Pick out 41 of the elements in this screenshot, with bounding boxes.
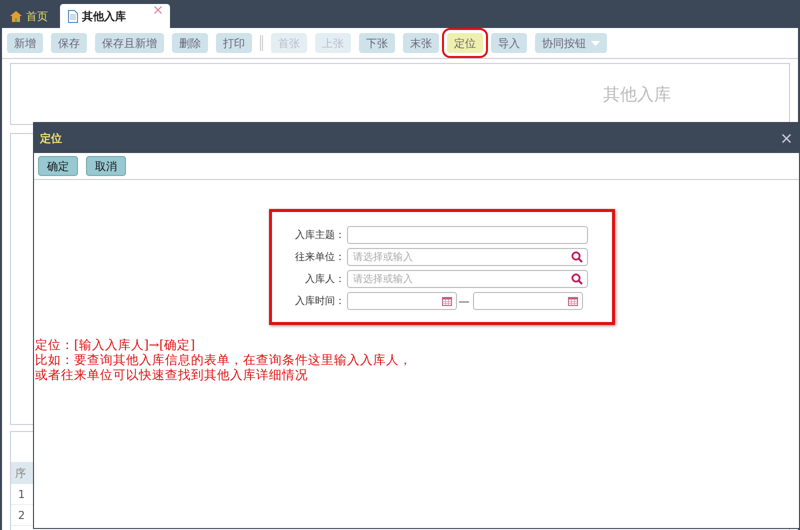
dialog-button[interactable]: 取消 bbox=[86, 156, 126, 176]
toolbar-button[interactable]: 新增 bbox=[7, 33, 43, 53]
toolbar-button[interactable]: 保存 bbox=[51, 33, 87, 53]
dialog-button[interactable]: 确定 bbox=[38, 156, 78, 176]
toolbar-button[interactable]: 定位 bbox=[447, 33, 483, 53]
toolbar-button[interactable]: 保存且新增 bbox=[95, 33, 164, 53]
date-field[interactable] bbox=[473, 292, 583, 310]
toolbar-button[interactable]: 末张 bbox=[403, 33, 439, 53]
annotation-text: 或者往来单位可以快速查找到其他入库详细情况 bbox=[35, 367, 309, 382]
calendar-icon[interactable] bbox=[568, 296, 578, 306]
toolbar-button[interactable]: 删除 bbox=[172, 33, 208, 53]
annotation-text: 比如：要查询其他入库信息的表单，在查询条件这里输入入库人， bbox=[35, 352, 413, 367]
form-title: 其他入库 bbox=[603, 84, 671, 106]
row-number: 2 bbox=[18, 508, 25, 522]
input-field[interactable] bbox=[347, 226, 588, 244]
close-icon[interactable] bbox=[154, 6, 162, 14]
tab[interactable]: 其他入库 bbox=[60, 4, 170, 28]
dialog-title: 定位 bbox=[40, 130, 62, 146]
calendar-icon[interactable] bbox=[442, 296, 452, 306]
field-label: 入库人： bbox=[304, 272, 345, 286]
field-label: 入库时间： bbox=[294, 294, 345, 308]
row-number: 1 bbox=[18, 488, 25, 500]
field-label: 入库主题： bbox=[294, 228, 345, 242]
date-field[interactable] bbox=[347, 292, 457, 310]
toolbar-button[interactable]: 下张 bbox=[359, 33, 395, 53]
column-header: 序 bbox=[15, 466, 26, 480]
tab[interactable]: 首页 bbox=[2, 4, 56, 28]
caret-icon bbox=[591, 40, 600, 46]
range-dash: — bbox=[458, 294, 470, 308]
document-icon bbox=[68, 10, 78, 22]
field-label: 往来单位： bbox=[294, 250, 345, 264]
toolbar-button[interactable]: 协同按钮 bbox=[535, 33, 607, 53]
search-field[interactable]: 请选择或输入 bbox=[347, 270, 588, 288]
search-field[interactable]: 请选择或输入 bbox=[347, 248, 588, 266]
search-icon[interactable] bbox=[571, 251, 583, 263]
close-icon[interactable] bbox=[782, 134, 791, 142]
annotation-text: 定位：[输入入库人]→[确定] bbox=[35, 337, 196, 352]
toolbar-button[interactable]: 打印 bbox=[216, 33, 252, 53]
house-icon bbox=[10, 10, 22, 22]
search-icon[interactable] bbox=[571, 273, 583, 285]
toolbar-button[interactable]: 导入 bbox=[491, 33, 527, 53]
